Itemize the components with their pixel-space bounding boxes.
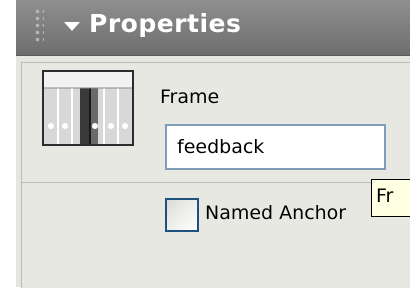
triangle-down-icon[interactable] [64, 22, 80, 31]
frame-name-input[interactable] [165, 124, 386, 170]
frame-timeline-icon [42, 70, 134, 146]
named-anchor-checkbox[interactable] [165, 198, 199, 232]
drag-grip-icon[interactable] [34, 8, 44, 44]
tooltip: Fr [371, 179, 410, 217]
properties-panel: Properties Frame feedback Named Anchor F… [16, 0, 410, 288]
named-anchor-label: Named Anchor [205, 202, 347, 224]
panel-content: Frame Named Anchor Fr [16, 56, 410, 288]
frame-label: Frame [160, 86, 220, 108]
panel-titlebar[interactable]: Properties [16, 0, 410, 56]
section-divider [22, 182, 408, 183]
panel-title: Properties [89, 9, 242, 38]
